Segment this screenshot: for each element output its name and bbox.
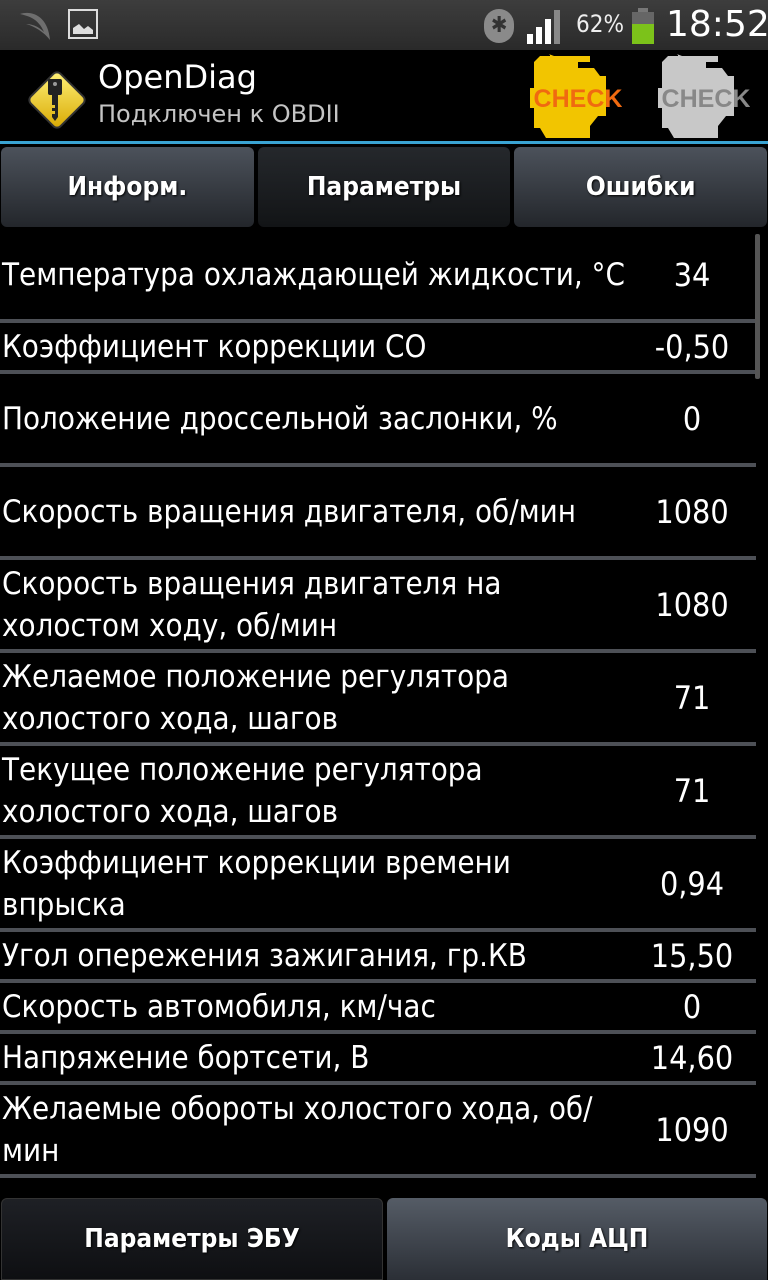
parameter-label: Напряжение бортсети, В	[2, 1039, 370, 1076]
clock: 18:52	[666, 4, 768, 45]
app-logo-key-icon[interactable]	[24, 67, 90, 133]
parameter-value: 1080	[655, 492, 729, 531]
parameter-value: 0	[682, 987, 702, 1026]
ecu-parameters-button[interactable]: Параметры ЭБУ	[1, 1198, 383, 1280]
parameter-value: 1090	[655, 1110, 729, 1149]
parameter-label: Текущее положение регулятора холостого х…	[2, 751, 483, 830]
action-bar: OpenDiag Подключен к OBDII CHECK CHECK	[0, 50, 768, 144]
parameter-value: -0,50	[654, 327, 730, 366]
parameter-label: Температура охлаждающей жидкости, °C	[2, 256, 625, 293]
svg-text:CHECK: CHECK	[662, 85, 750, 113]
parameter-value: 34	[673, 255, 711, 294]
parameter-label: Скорость вращения двигателя на холостом …	[2, 565, 502, 644]
gallery-icon	[68, 9, 98, 39]
parameter-value: 15,50	[650, 936, 734, 975]
bluetooth-icon: ✱	[484, 9, 514, 43]
parameter-list[interactable]: Температура охлаждающей жидкости, °C 34 К…	[0, 230, 756, 1200]
check-engine-inactive-icon[interactable]: CHECK	[658, 54, 750, 140]
parameter-value: 1080	[655, 585, 729, 624]
signal-icon	[527, 8, 567, 44]
parameter-label: Коэффициент коррекции CO	[2, 328, 427, 365]
parameter-label: Положение дроссельной заслонки, %	[2, 400, 558, 437]
list-item[interactable]: Скорость вращения двигателя на холостом …	[0, 560, 756, 653]
connection-status: Подключен к OBDII	[98, 100, 340, 128]
adc-codes-button[interactable]: Коды АЦП	[387, 1198, 767, 1280]
parameter-label: Желаемые обороты холостого хода, об/мин	[2, 1090, 593, 1169]
leaf-icon	[20, 12, 50, 41]
tab-info[interactable]: Информ.	[1, 147, 254, 227]
parameter-value: 71	[673, 771, 711, 810]
parameter-label: Скорость автомобиля, км/час	[2, 988, 436, 1025]
list-item[interactable]: Температура охлаждающей жидкости, °C 34	[0, 230, 756, 323]
list-item[interactable]: Скорость автомобиля, км/час 0	[0, 983, 756, 1034]
parameter-label: Скорость вращения двигателя, об/мин	[2, 493, 577, 530]
parameter-value: 0,94	[659, 864, 725, 903]
list-scrollbar[interactable]	[755, 234, 760, 379]
parameter-label: Коэффициент коррекции времени впрыска	[2, 844, 511, 923]
tab-bar: Информ. Параметры Ошибки	[0, 147, 768, 227]
status-bar: ✱ 62% 18:52	[0, 0, 768, 50]
battery-percent: 62%	[576, 10, 624, 38]
list-item[interactable]: Угол опережения зажигания, гр.КВ 15,50	[0, 932, 756, 983]
list-item[interactable]: Напряжение на датчике кислорода	[0, 1178, 756, 1200]
list-item[interactable]: Желаемые обороты холостого хода, об/мин 1…	[0, 1085, 756, 1178]
parameter-value: 71	[673, 678, 711, 717]
list-item[interactable]: Текущее положение регулятора холостого х…	[0, 746, 756, 839]
list-item[interactable]: Коэффициент коррекции CO -0,50	[0, 323, 756, 374]
list-item[interactable]: Коэффициент коррекции времени впрыска 0,9…	[0, 839, 756, 932]
list-item[interactable]: Скорость вращения двигателя, об/мин 1080	[0, 467, 756, 560]
tab-errors[interactable]: Ошибки	[514, 147, 768, 227]
battery-icon	[632, 8, 654, 44]
bottom-bar: Параметры ЭБУ Коды АЦП	[0, 1198, 768, 1280]
tab-parameters[interactable]: Параметры	[257, 147, 511, 227]
list-item[interactable]: Напряжение бортсети, В 14,60	[0, 1034, 756, 1085]
parameter-value: 0	[682, 399, 702, 438]
parameter-label: Угол опережения зажигания, гр.КВ	[2, 937, 527, 974]
list-item[interactable]: Положение дроссельной заслонки, % 0	[0, 374, 756, 467]
parameter-value: 14,60	[650, 1038, 734, 1077]
list-item[interactable]: Желаемое положение регулятора холостого …	[0, 653, 756, 746]
check-engine-active-icon[interactable]: CHECK	[530, 54, 622, 140]
app-title: OpenDiag	[98, 58, 257, 96]
svg-text:CHECK: CHECK	[534, 85, 622, 113]
parameter-label: Желаемое положение регулятора холостого …	[2, 658, 510, 737]
